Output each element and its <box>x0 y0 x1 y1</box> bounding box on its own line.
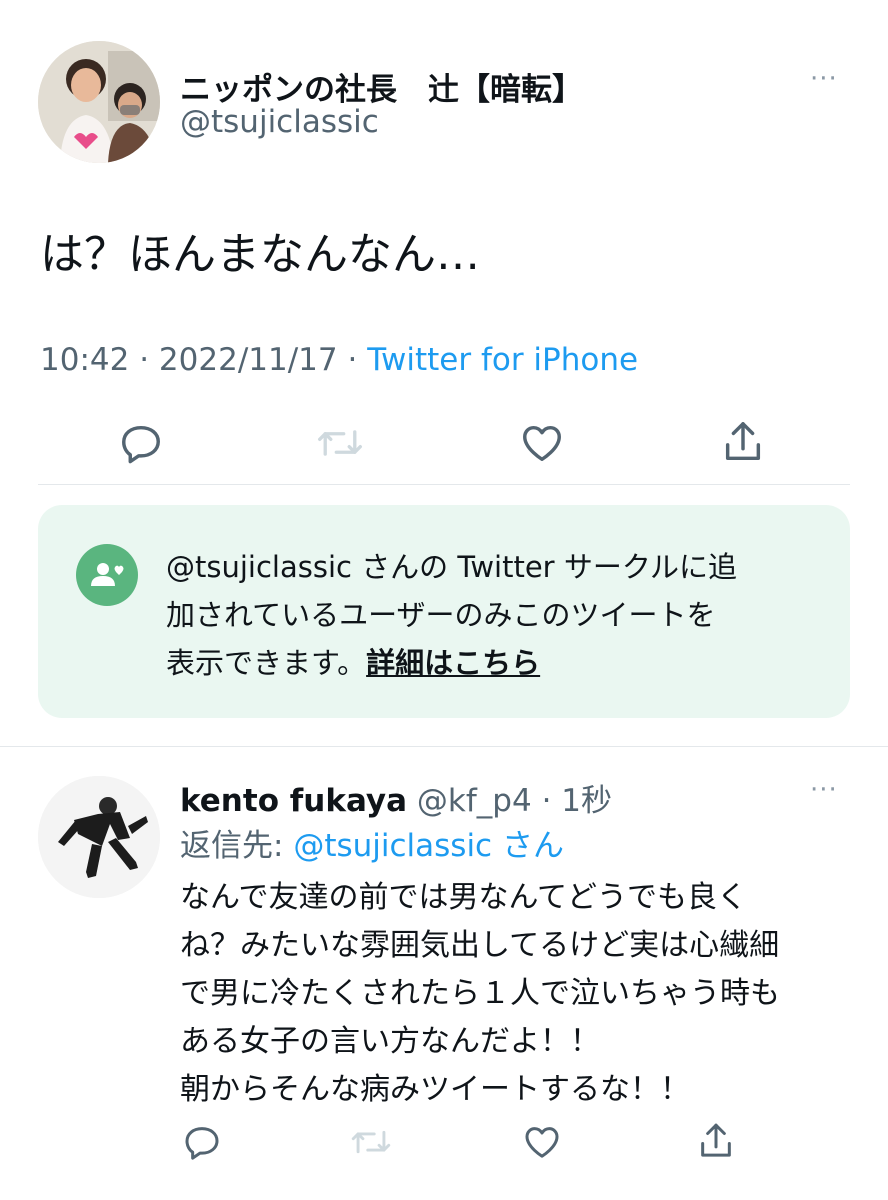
tweet-time: 10:42 <box>40 342 130 378</box>
reply-text-line: で男に冷たくされたら１人で泣いちゃう時も <box>180 976 780 1011</box>
reply-reply-icon[interactable] <box>182 1122 222 1162</box>
reply-to-prefix: 返信先: <box>180 828 284 864</box>
reply-header: kento fukaya @kf_p4 · 1秒 <box>180 775 612 820</box>
reply-text: なんで友達の前では男なんてどうでも良く ね？みたいな雰囲気出してるけど実は心繊細… <box>180 874 780 1114</box>
tweet-date: 2022/11/17 <box>158 342 338 378</box>
reply-to-handle-link[interactable]: @tsujiclassic <box>293 828 492 864</box>
retweet-icon <box>316 420 364 466</box>
reply-separator: · <box>541 783 552 819</box>
divider <box>38 484 850 485</box>
reply-to-suffix: さん <box>501 828 564 864</box>
reply-text-line: なんで友達の前では男なんてどうでも良く <box>180 880 747 915</box>
reply-icon[interactable] <box>118 420 164 466</box>
reply-to-line: 返信先: @tsujiclassic さん <box>180 820 564 865</box>
notice-line: @tsujiclassic さんの Twitter サークルに追 <box>166 550 737 584</box>
author-handle[interactable]: @tsujiclassic <box>180 104 379 140</box>
reply-text-line: ね？みたいな雰囲気出してるけど実は心繊細 <box>180 928 780 963</box>
reply-text-line: ある女子の言い方なんだよ！！ <box>180 1024 600 1059</box>
author-avatar[interactable] <box>38 41 160 163</box>
tweet-text: は？ほんまなんなん… <box>40 229 480 280</box>
more-icon[interactable]: ··· <box>810 64 838 94</box>
divider <box>0 746 888 747</box>
share-icon[interactable] <box>720 418 766 466</box>
circle-people-icon <box>76 544 138 606</box>
meta-separator: · <box>347 342 358 378</box>
meta-separator: · <box>139 342 150 378</box>
reply-text-line: 朝からそんな病みツイートするな！！ <box>180 1072 690 1107</box>
circle-notice-text: @tsujiclassic さんの Twitter サークルに追 加されているユ… <box>166 543 737 687</box>
author-display-name[interactable]: ニッポンの社長 辻【暗転】 <box>180 64 583 109</box>
reply-time[interactable]: 1秒 <box>561 783 612 819</box>
reply-retweet-icon <box>350 1122 392 1162</box>
reply-handle[interactable]: @kf_p4 <box>417 783 532 819</box>
notice-line: 加されているユーザーのみこのツイートを <box>166 598 716 632</box>
reply-author-avatar[interactable] <box>38 776 160 898</box>
like-icon[interactable] <box>519 420 565 466</box>
reply-like-icon[interactable] <box>522 1122 562 1162</box>
tweet-meta: 10:42 · 2022/11/17 · Twitter for iPhone <box>40 342 638 378</box>
reply-display-name[interactable]: kento fukaya <box>180 783 407 819</box>
notice-line: 表示できます。詳細はこちら <box>166 639 737 687</box>
reply-more-icon[interactable]: ··· <box>810 775 838 805</box>
notice-line-text: 表示できます。 <box>166 646 367 680</box>
tweet-source-link[interactable]: Twitter for iPhone <box>367 342 638 378</box>
learn-more-link[interactable]: 詳細はこちら <box>366 646 540 680</box>
reply-share-icon[interactable] <box>696 1120 736 1162</box>
